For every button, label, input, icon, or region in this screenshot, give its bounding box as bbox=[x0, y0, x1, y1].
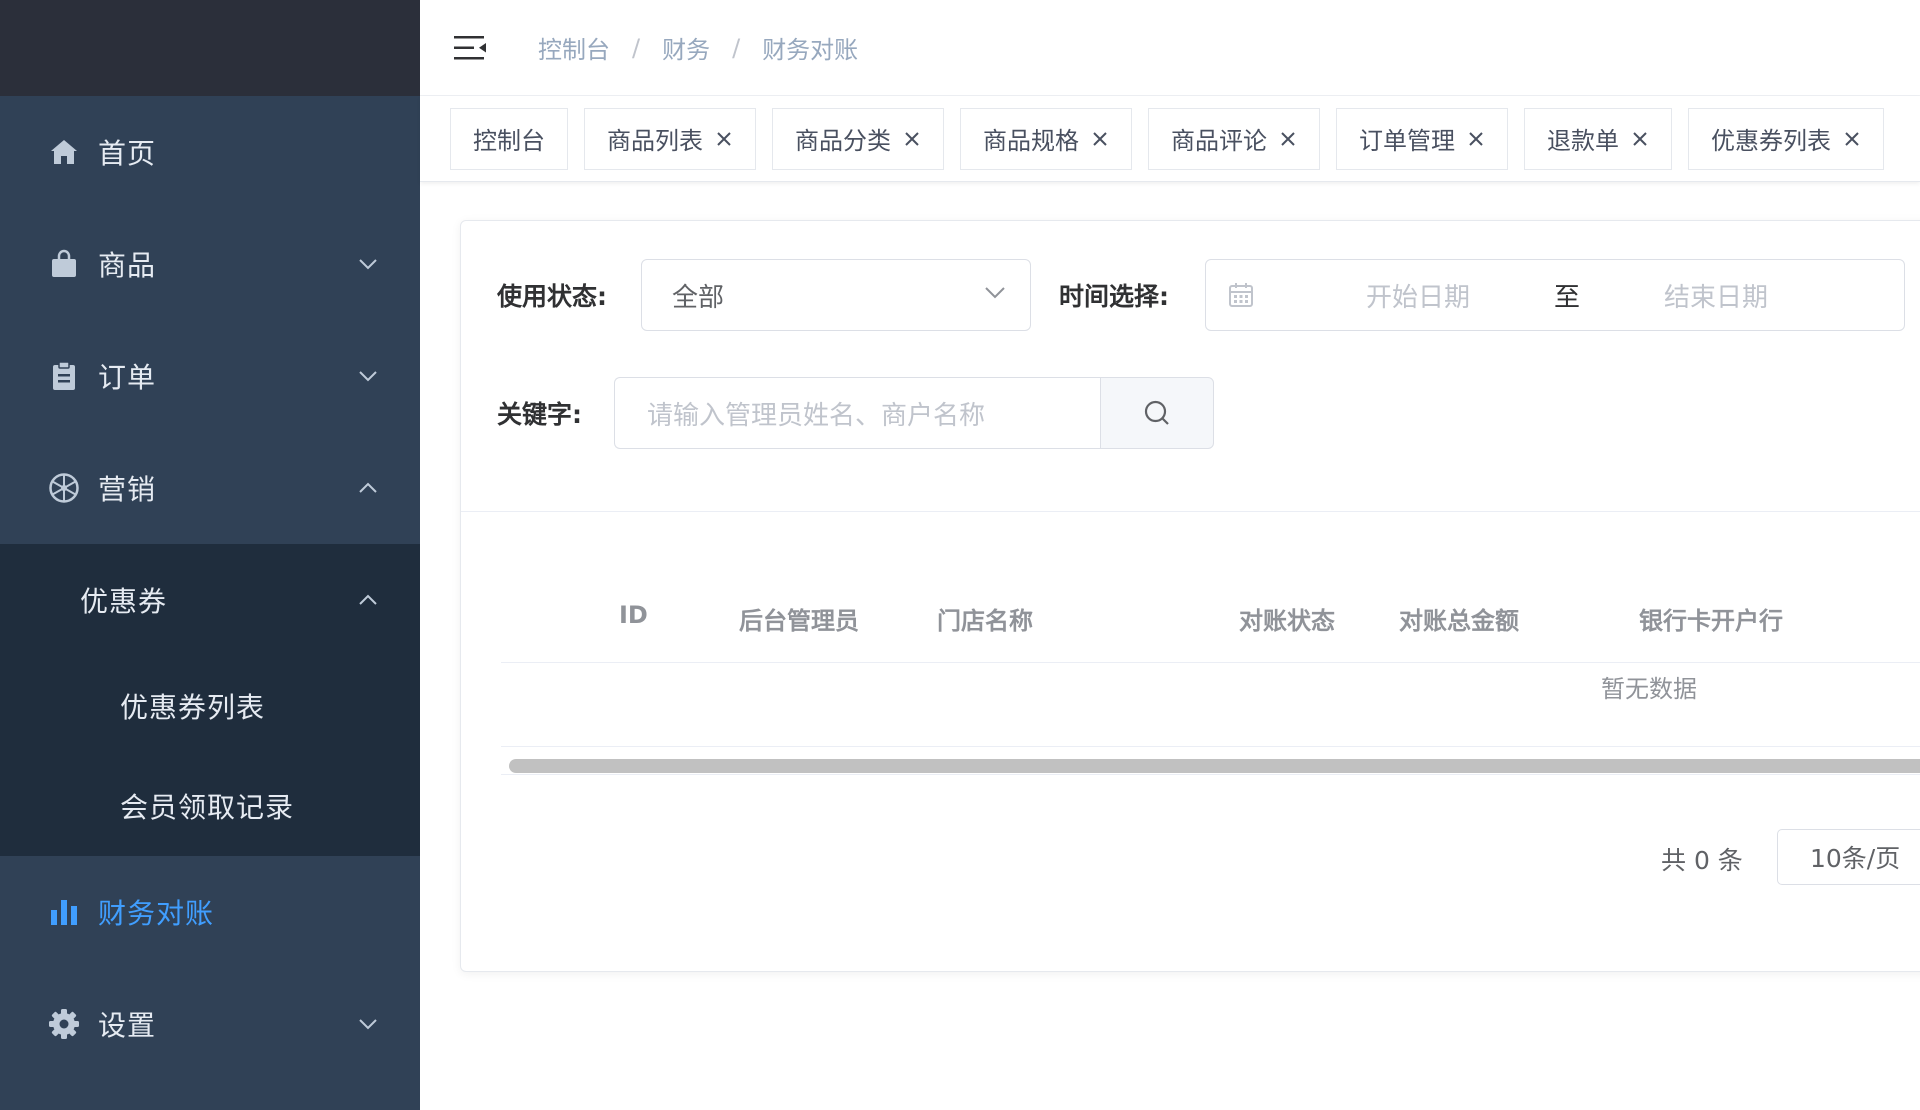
sidebar-item-label: 财务对账 bbox=[98, 897, 215, 930]
tag-label: 退款单 bbox=[1547, 127, 1619, 155]
filter-row-keyword: 关键字: 请输入管理员姓名、商户名称 bbox=[497, 377, 1214, 449]
search-button[interactable] bbox=[1100, 377, 1214, 449]
chevron-up-icon bbox=[359, 594, 377, 605]
column-header-reconcile-status: 对账状态 bbox=[1239, 607, 1335, 635]
scrollbar-thumb[interactable] bbox=[509, 759, 1920, 773]
tag-goods-list[interactable]: 商品列表 bbox=[584, 107, 756, 170]
keyword-search-input[interactable]: 请输入管理员姓名、商户名称 bbox=[614, 377, 1100, 449]
close-icon[interactable] bbox=[1091, 130, 1109, 148]
sidebar-item-goods[interactable]: 商品 bbox=[0, 208, 420, 320]
marketing-icon bbox=[48, 472, 80, 504]
close-icon[interactable] bbox=[715, 130, 733, 148]
sidebar-item-settings[interactable]: 设置 bbox=[0, 968, 420, 1080]
horizontal-scrollbar[interactable] bbox=[501, 753, 1920, 775]
sidebar-item-marketing[interactable]: 营销 bbox=[0, 432, 420, 544]
tags-view-bar: 控制台 商品列表 商品分类 商品规格 商品评论 订单管理 退款单 优惠券列表 bbox=[420, 96, 1920, 182]
menu-fold-icon[interactable] bbox=[452, 33, 488, 63]
table-empty-text: 暂无数据 bbox=[1601, 675, 1697, 703]
column-header-id: ID bbox=[619, 601, 648, 629]
keyword-filter-label: 关键字: bbox=[497, 400, 582, 429]
time-filter-label: 时间选择: bbox=[1059, 282, 1169, 311]
close-icon[interactable] bbox=[1467, 130, 1485, 148]
close-icon[interactable] bbox=[1631, 130, 1649, 148]
tag-dashboard[interactable]: 控制台 bbox=[450, 107, 568, 170]
column-header-admin: 后台管理员 bbox=[739, 607, 859, 635]
page-size-select[interactable]: 10条/页 bbox=[1777, 829, 1920, 885]
tag-goods-spec[interactable]: 商品规格 bbox=[960, 107, 1132, 170]
sidebar-item-label: 优惠券列表 bbox=[120, 691, 266, 724]
calendar-icon bbox=[1229, 283, 1253, 307]
sidebar-item-label: 首页 bbox=[98, 137, 157, 170]
table-header-row: ID 后台管理员 门店名称 对账状态 对账总金额 银行卡开户行 bbox=[501, 571, 1920, 663]
column-header-bank: 银行卡开户行 bbox=[1639, 607, 1783, 635]
content-card: 使用状态: 全部 时间选择: 开始日期 至 结束日期 关键字: 请输入管理员姓名… bbox=[460, 220, 1920, 972]
tag-label: 商品分类 bbox=[795, 127, 891, 155]
gear-icon bbox=[48, 1008, 80, 1040]
chevron-down-icon bbox=[359, 259, 377, 270]
status-select[interactable]: 全部 bbox=[641, 259, 1031, 331]
status-select-value: 全部 bbox=[672, 282, 725, 313]
date-range-picker[interactable]: 开始日期 至 结束日期 bbox=[1205, 259, 1905, 331]
sidebar-item-coupon-list[interactable]: 优惠券列表 bbox=[0, 656, 420, 756]
bag-icon bbox=[48, 248, 80, 280]
chevron-down-icon bbox=[359, 371, 377, 382]
tag-goods-category[interactable]: 商品分类 bbox=[772, 107, 944, 170]
sidebar-item-orders[interactable]: 订单 bbox=[0, 320, 420, 432]
breadcrumb-item-dashboard[interactable]: 控制台 bbox=[538, 30, 610, 65]
close-icon[interactable] bbox=[1279, 130, 1297, 148]
start-date-input[interactable]: 开始日期 bbox=[1366, 277, 1470, 314]
tag-label: 订单管理 bbox=[1359, 127, 1455, 155]
close-icon[interactable] bbox=[1843, 130, 1861, 148]
column-header-store-name: 门店名称 bbox=[937, 607, 1033, 635]
bar-chart-icon bbox=[48, 896, 80, 928]
tag-refund[interactable]: 退款单 bbox=[1524, 107, 1672, 170]
sidebar: 首页 商品 订单 营销 优惠券 优惠券列表 会员领取记录 财务对账 设置 bbox=[0, 0, 420, 1110]
sidebar-item-label: 优惠券 bbox=[80, 585, 168, 618]
sidebar-item-label: 设置 bbox=[98, 1009, 157, 1042]
sidebar-item-finance-reconciliation[interactable]: 财务对账 bbox=[0, 856, 420, 968]
top-header: 控制台 / 财务 / 财务对账 bbox=[420, 0, 1920, 96]
filter-divider bbox=[461, 511, 1920, 512]
breadcrumb-item-finance[interactable]: 财务 bbox=[662, 30, 710, 65]
breadcrumb: 控制台 / 财务 / 财务对账 bbox=[538, 30, 858, 65]
table-bottom-border bbox=[501, 746, 1920, 747]
pagination-total: 共 0 条 bbox=[1661, 846, 1743, 875]
tag-label: 控制台 bbox=[473, 127, 545, 155]
chevron-down-icon bbox=[985, 287, 1005, 299]
tag-label: 商品规格 bbox=[983, 127, 1079, 155]
tag-label: 商品列表 bbox=[607, 127, 703, 155]
tag-order-management[interactable]: 订单管理 bbox=[1336, 107, 1508, 170]
clipboard-icon bbox=[48, 360, 80, 392]
tag-coupon-list[interactable]: 优惠券列表 bbox=[1688, 107, 1884, 170]
end-date-input[interactable]: 结束日期 bbox=[1664, 277, 1768, 314]
breadcrumb-separator: / bbox=[632, 33, 641, 62]
sidebar-item-home[interactable]: 首页 bbox=[0, 96, 420, 208]
search-icon bbox=[1144, 400, 1169, 425]
sidebar-item-coupon[interactable]: 优惠券 bbox=[0, 544, 420, 656]
tag-label: 商品评论 bbox=[1171, 127, 1267, 155]
chevron-up-icon bbox=[359, 482, 377, 493]
home-icon bbox=[48, 136, 80, 168]
sidebar-item-label: 订单 bbox=[98, 361, 157, 394]
filter-row-status-time: 使用状态: 全部 时间选择: 开始日期 至 结束日期 bbox=[497, 259, 1905, 331]
sidebar-item-member-claim-records[interactable]: 会员领取记录 bbox=[0, 756, 420, 856]
date-range-separator: 至 bbox=[1554, 282, 1581, 313]
page-size-value: 10条/页 bbox=[1810, 844, 1901, 873]
marketing-submenu: 优惠券 优惠券列表 会员领取记录 bbox=[0, 544, 420, 856]
breadcrumb-item-current: 财务对账 bbox=[762, 36, 859, 64]
close-icon[interactable] bbox=[903, 130, 921, 148]
chevron-down-icon bbox=[359, 1019, 377, 1030]
tag-goods-review[interactable]: 商品评论 bbox=[1148, 107, 1320, 170]
sidebar-logo-area bbox=[0, 0, 420, 96]
status-filter-label: 使用状态: bbox=[497, 282, 607, 311]
tag-label: 优惠券列表 bbox=[1711, 127, 1831, 155]
breadcrumb-separator: / bbox=[732, 33, 741, 62]
sidebar-item-label: 商品 bbox=[98, 249, 157, 282]
column-header-reconcile-amount: 对账总金额 bbox=[1399, 607, 1519, 635]
keyword-placeholder: 请输入管理员姓名、商户名称 bbox=[647, 400, 986, 431]
sidebar-item-label: 会员领取记录 bbox=[120, 791, 295, 824]
sidebar-item-label: 营销 bbox=[98, 473, 157, 506]
